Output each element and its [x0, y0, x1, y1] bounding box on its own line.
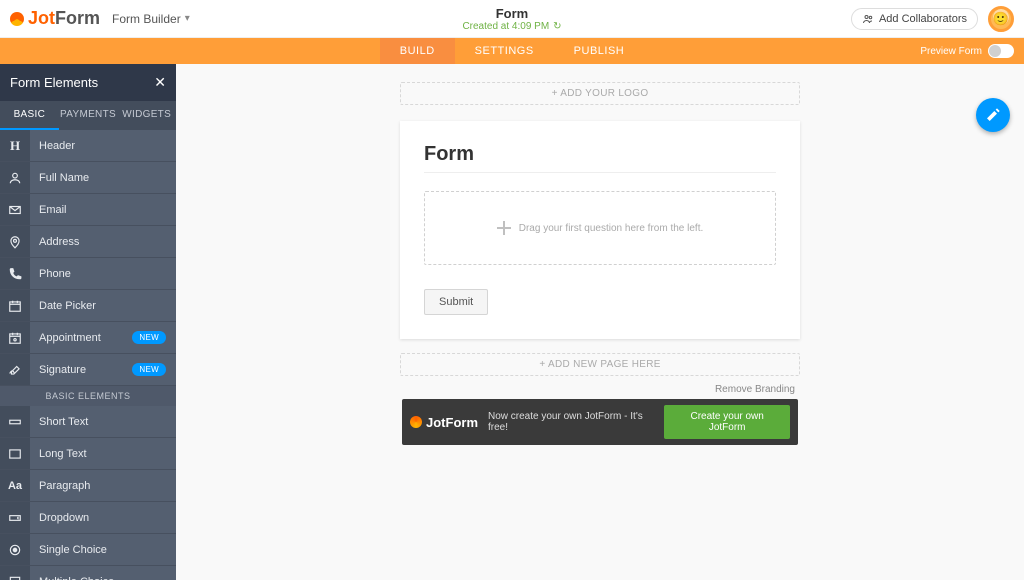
- checkbox-icon: [0, 566, 30, 580]
- element-address[interactable]: Address: [0, 226, 176, 258]
- form-heading[interactable]: Form: [424, 143, 776, 166]
- paragraph-icon: Aa: [0, 470, 30, 501]
- element-phone[interactable]: Phone: [0, 258, 176, 290]
- radio-icon: [0, 534, 30, 565]
- calendar-icon: [0, 290, 30, 321]
- pin-icon: [0, 226, 30, 257]
- sidebar-section-basic: BASIC ELEMENTS: [0, 386, 176, 406]
- element-date-picker[interactable]: Date Picker: [0, 290, 176, 322]
- form-title[interactable]: Form: [462, 6, 561, 21]
- preview-toggle[interactable]: [988, 44, 1014, 58]
- heading-icon: H: [0, 130, 30, 161]
- element-single-choice[interactable]: Single Choice: [0, 534, 176, 566]
- add-new-page-button[interactable]: + ADD NEW PAGE HERE: [400, 353, 800, 376]
- add-collaborators-button[interactable]: Add Collaborators: [851, 8, 978, 30]
- form-designer-button[interactable]: [976, 98, 1010, 132]
- logo-text-a: Jot: [28, 8, 55, 28]
- add-collaborators-label: Add Collaborators: [879, 13, 967, 25]
- long-text-icon: [0, 438, 30, 469]
- sidebar-tab-payments[interactable]: PAYMENTS: [59, 101, 118, 130]
- header-center: Form Created at 4:09 PM ↻: [462, 6, 561, 32]
- element-header[interactable]: H Header: [0, 130, 176, 162]
- chevron-down-icon: ▾: [185, 13, 190, 24]
- dropdown-icon: [0, 502, 30, 533]
- element-signature[interactable]: Signature NEW: [0, 354, 176, 386]
- main-tabs: BUILD SETTINGS PUBLISH Preview Form: [0, 38, 1024, 64]
- move-icon: [497, 221, 511, 235]
- promo-create-button[interactable]: Create your own JotForm: [664, 405, 790, 439]
- appointment-icon: [0, 322, 30, 353]
- element-long-text[interactable]: Long Text: [0, 438, 176, 470]
- preview-form-label: Preview Form: [920, 46, 982, 57]
- drop-zone[interactable]: Drag your first question here from the l…: [424, 191, 776, 265]
- element-short-text[interactable]: Short Text: [0, 406, 176, 438]
- element-dropdown[interactable]: Dropdown: [0, 502, 176, 534]
- new-badge: NEW: [132, 331, 166, 344]
- avatar[interactable]: 🙂: [988, 6, 1014, 32]
- sidebar-title-bar: Form Elements ✕: [0, 64, 176, 101]
- form-meta: Created at 4:09 PM ↻: [462, 21, 561, 32]
- element-multiple-choice[interactable]: Multiple Choice: [0, 566, 176, 580]
- logo[interactable]: JotForm: [10, 8, 100, 29]
- submit-button[interactable]: Submit: [424, 289, 488, 315]
- person-icon: [0, 162, 30, 193]
- new-badge: NEW: [132, 363, 166, 376]
- logo-icon: [410, 416, 422, 428]
- remove-branding-link[interactable]: Remove Branding: [405, 384, 795, 395]
- sidebar-title: Form Elements: [10, 75, 98, 90]
- signature-icon: [0, 354, 30, 385]
- close-icon[interactable]: ✕: [154, 74, 166, 91]
- promo-bar: JotForm Now create your own JotForm - It…: [402, 399, 798, 445]
- drop-hint: Drag your first question here from the l…: [519, 223, 704, 234]
- builder-label: Form Builder: [112, 12, 181, 26]
- add-logo-button[interactable]: + ADD YOUR LOGO: [400, 82, 800, 105]
- tab-publish[interactable]: PUBLISH: [554, 38, 645, 64]
- element-appointment[interactable]: Appointment NEW: [0, 322, 176, 354]
- form-canvas: + ADD YOUR LOGO Form Drag your first que…: [176, 64, 1024, 580]
- form-card: Form Drag your first question here from …: [400, 121, 800, 339]
- sidebar-tab-basic[interactable]: BASIC: [0, 101, 59, 130]
- element-full-name[interactable]: Full Name: [0, 162, 176, 194]
- divider: [424, 172, 776, 173]
- promo-logo: JotForm: [410, 415, 478, 430]
- top-bar: JotForm Form Builder ▾ Form Created at 4…: [0, 0, 1024, 38]
- short-text-icon: [0, 406, 30, 437]
- logo-icon: [10, 12, 24, 26]
- tab-settings[interactable]: SETTINGS: [455, 38, 554, 64]
- elements-sidebar: Form Elements ✕ BASIC PAYMENTS WIDGETS H…: [0, 64, 176, 580]
- phone-icon: [0, 258, 30, 289]
- people-icon: [862, 13, 874, 25]
- promo-text: Now create your own JotForm - It's free!: [488, 411, 654, 433]
- history-icon[interactable]: ↻: [553, 21, 561, 32]
- element-email[interactable]: Email: [0, 194, 176, 226]
- logo-text-b: Form: [55, 8, 100, 28]
- sidebar-tab-widgets[interactable]: WIDGETS: [117, 101, 176, 130]
- envelope-icon: [0, 194, 30, 225]
- element-paragraph[interactable]: Aa Paragraph: [0, 470, 176, 502]
- builder-dropdown[interactable]: Form Builder ▾: [112, 12, 190, 26]
- tab-build[interactable]: BUILD: [380, 38, 455, 64]
